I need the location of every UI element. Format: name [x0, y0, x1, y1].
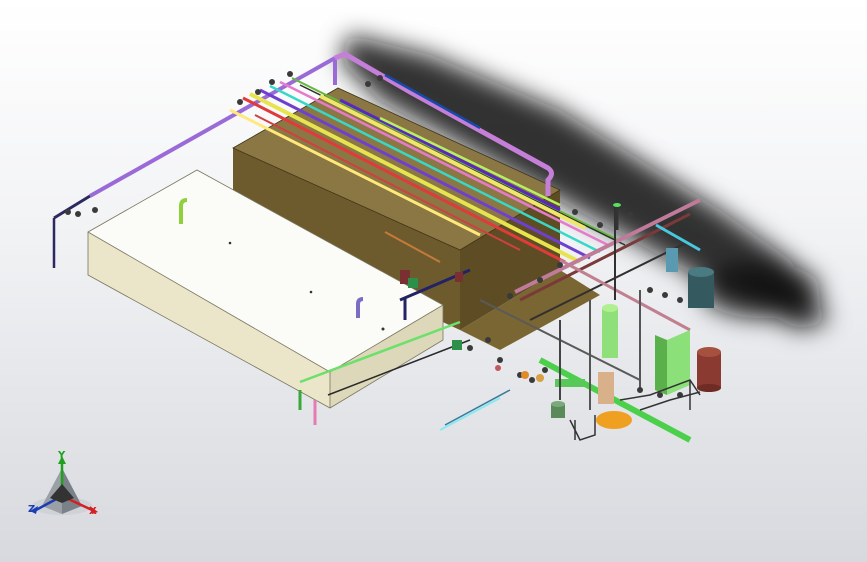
- model-scene[interactable]: [0, 0, 867, 562]
- coordinate-triad: Y Z X: [22, 448, 112, 528]
- y-axis-label: Y: [58, 450, 66, 461]
- x-axis-label: X: [89, 506, 97, 517]
- triad-icon: [30, 456, 98, 515]
- graphics-viewport[interactable]: Y Z X: [0, 0, 867, 562]
- z-axis-label: Z: [28, 504, 36, 515]
